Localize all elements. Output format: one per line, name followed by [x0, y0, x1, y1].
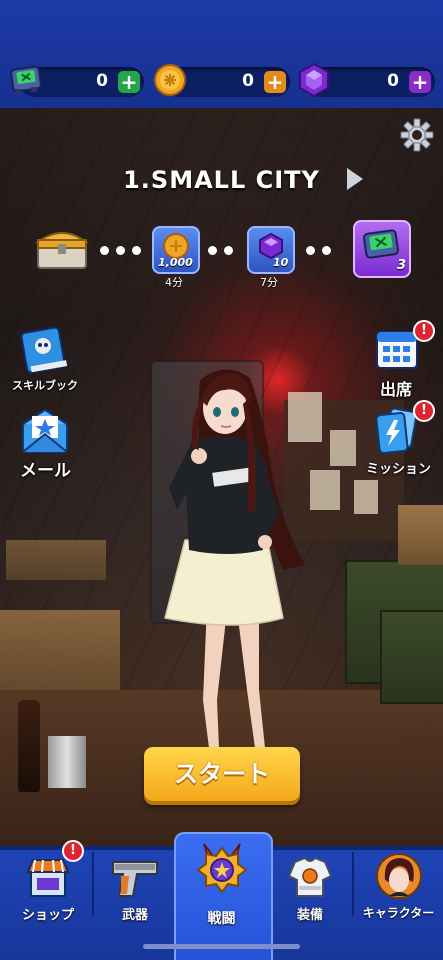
- mail-icon: [22, 408, 68, 453]
- settings-gear-icon[interactable]: [400, 118, 434, 152]
- tab-battle[interactable]: 戦闘: [176, 843, 267, 930]
- reward-time: 7分: [260, 276, 278, 289]
- armor-icon: [287, 856, 333, 897]
- reward-gold[interactable]: 1,000: [152, 226, 200, 274]
- poster: [310, 470, 340, 510]
- add-gem-button[interactable]: +: [409, 71, 431, 93]
- tab-character[interactable]: キャラクター: [354, 850, 443, 930]
- resource-value: 0: [242, 71, 254, 91]
- shelf: [6, 540, 106, 580]
- device-icon: [10, 65, 42, 94]
- stage-title: 1.SMALL CITY: [123, 166, 320, 194]
- resource-value: 0: [96, 71, 108, 91]
- progress-dots: [100, 240, 148, 259]
- mission-label: ミッション: [366, 462, 432, 477]
- add-gold-button[interactable]: +: [264, 71, 286, 93]
- mail-button[interactable]: [20, 406, 70, 456]
- tab-label: 武器: [121, 908, 148, 923]
- reward-amount: 10: [273, 256, 289, 269]
- tab-label: キャラクター: [362, 906, 435, 920]
- tab-label: ショップ: [21, 908, 74, 923]
- cardboard-box: [0, 610, 120, 690]
- purple-gem-icon: [299, 62, 329, 98]
- tab-shop[interactable]: ショップ: [8, 850, 88, 930]
- skill-book-button[interactable]: [18, 324, 70, 376]
- treasure-chest-icon[interactable]: [34, 224, 90, 272]
- poster: [354, 480, 378, 514]
- nav-separator: [92, 852, 94, 916]
- resource-value: 0: [387, 71, 399, 91]
- reward-device[interactable]: 3: [353, 220, 411, 278]
- tab-weapons[interactable]: 武器: [96, 850, 174, 930]
- add-device-button[interactable]: +: [118, 71, 140, 93]
- tab-label: 装備: [296, 908, 323, 923]
- tab-equipment[interactable]: 装備: [270, 850, 350, 930]
- mail-label: メール: [20, 461, 71, 481]
- tab-label: 戦闘: [207, 911, 236, 927]
- reward-gem[interactable]: 10: [247, 226, 295, 274]
- progress-dots: [208, 240, 240, 259]
- ammo-crate: [380, 610, 443, 704]
- tin-can: [48, 736, 86, 788]
- home-indicator: [143, 944, 300, 949]
- skill-book-label: スキルブック: [12, 379, 78, 392]
- player-character: [164, 369, 305, 748]
- gold-coin-icon: [154, 64, 186, 96]
- reward-amount: 1,000: [158, 256, 193, 269]
- battle-medal-icon: [195, 843, 248, 894]
- skill-book-icon: [20, 326, 68, 374]
- character-portrait-icon: [375, 853, 422, 899]
- poster: [330, 430, 356, 466]
- cardboard-box: [398, 505, 443, 565]
- attendance-label: 出席: [380, 380, 413, 399]
- game-screen: 0 + 0 + 0 + 1.SMALL CITY 1,000 4分 10 7分 …: [0, 0, 443, 960]
- reward-amount: 3: [397, 258, 407, 273]
- pistol-icon: [112, 861, 158, 897]
- mission-badge: !: [413, 400, 435, 422]
- bottle: [18, 700, 40, 792]
- shop-badge: !: [62, 840, 84, 862]
- next-stage-arrow-icon[interactable]: [347, 168, 363, 190]
- start-button[interactable]: スタート: [144, 747, 300, 801]
- reward-time: 4分: [165, 276, 183, 289]
- attendance-badge: !: [413, 320, 435, 342]
- progress-dots: [306, 240, 338, 259]
